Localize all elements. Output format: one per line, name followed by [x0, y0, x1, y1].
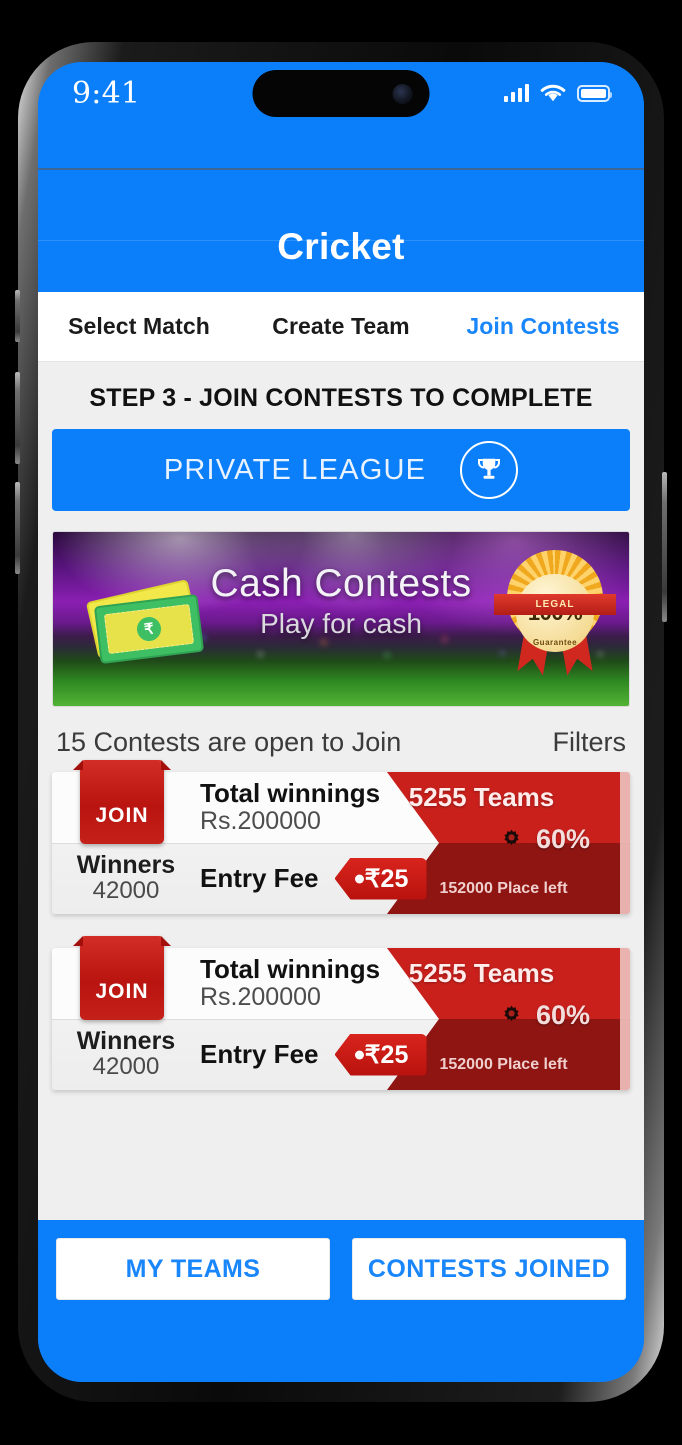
join-button[interactable]: JOIN: [80, 760, 164, 844]
trophy-icon: [460, 441, 519, 499]
gear-icon: [504, 1005, 519, 1022]
dynamic-island: [252, 70, 430, 117]
winners-block: Winners 42000: [74, 1019, 178, 1090]
fill-percent: 60%: [535, 1000, 590, 1030]
private-league-label: PRIVATE LEAGUE: [163, 453, 427, 486]
cellular-signal-icon: [504, 84, 529, 102]
guarantee-badge-icon: 100% Guarantee LEGAL: [494, 548, 616, 678]
entry-fee-tag[interactable]: ₹25: [334, 1033, 427, 1076]
contests-joined-button[interactable]: CONTESTS JOINED: [352, 1238, 626, 1300]
tab-select-match[interactable]: Select Match: [38, 313, 240, 340]
cash-contests-banner[interactable]: ₹ Cash Contests Play for cash 100% Guara…: [52, 531, 630, 707]
teams-count: 5255 Teams: [408, 958, 555, 988]
badge-guarantee: Guarantee: [532, 638, 578, 647]
places-left: 152000 Place left: [439, 880, 568, 897]
power-button[interactable]: [662, 472, 667, 622]
total-winnings-block: Total winnings Rs.200000: [200, 948, 380, 1019]
private-league-button[interactable]: PRIVATE LEAGUE: [52, 429, 630, 511]
wifi-icon: [540, 84, 566, 101]
total-winnings-value: Rs.200000: [200, 807, 321, 836]
step-title: STEP 3 - JOIN CONTESTS TO COMPLETE: [89, 384, 593, 412]
contest-card[interactable]: 5255 Teams 60% 152000 Place left Total w…: [52, 936, 630, 1090]
front-camera-icon: [392, 83, 413, 104]
silent-switch[interactable]: [15, 290, 20, 342]
winners-value: 42000: [92, 877, 160, 905]
entry-fee-label: Entry Fee: [200, 1039, 319, 1069]
filters-button[interactable]: Filters: [553, 727, 627, 758]
battery-icon: [577, 84, 612, 102]
main-content: STEP 3 - JOIN CONTESTS TO COMPLETE PRIVA…: [38, 362, 644, 1220]
join-label: JOIN: [95, 980, 149, 1003]
footer-actions: MY TEAMS CONTESTS JOINED: [38, 1220, 644, 1322]
entry-fee-value: ₹25: [364, 1040, 409, 1069]
total-winnings-block: Total winnings Rs.200000: [200, 772, 380, 843]
volume-up-button[interactable]: [15, 372, 20, 464]
home-indicator-area: [38, 1322, 644, 1382]
screenshot-stage: 9:41 Cricket Select Match Create Team Jo…: [0, 0, 682, 1445]
status-time: 9:41: [72, 75, 141, 111]
contests-count: 15 Contests are open to Join: [56, 727, 402, 757]
status-indicators: [504, 84, 612, 103]
entry-fee-block: Entry Fee ₹25: [200, 843, 427, 914]
tab-create-team[interactable]: Create Team: [240, 313, 442, 340]
places-left: 152000 Place left: [439, 1056, 568, 1073]
entry-fee-label: Entry Fee: [200, 863, 319, 893]
total-winnings-label: Total winnings: [200, 953, 381, 984]
fill-percent: 60%: [535, 824, 590, 854]
winners-label: Winners: [76, 1027, 176, 1056]
total-winnings-value: Rs.200000: [200, 983, 321, 1012]
volume-down-button[interactable]: [15, 482, 20, 574]
badge-band-label: LEGAL: [535, 599, 575, 610]
phone-screen: 9:41 Cricket Select Match Create Team Jo…: [38, 62, 644, 1382]
entry-fee-value: ₹25: [364, 864, 409, 893]
tab-join-contests[interactable]: Join Contests: [442, 313, 644, 340]
page-title: Cricket: [277, 226, 405, 267]
gear-icon: [504, 829, 519, 846]
winners-value: 42000: [92, 1053, 160, 1081]
contest-card[interactable]: 5255 Teams 60% 152000 Place left Total w…: [52, 760, 630, 914]
entry-fee-tag[interactable]: ₹25: [334, 857, 427, 900]
tag-hole-icon: [354, 1050, 364, 1059]
join-label: JOIN: [95, 804, 149, 827]
tab-bar: Select Match Create Team Join Contests: [38, 292, 644, 362]
winners-label: Winners: [76, 851, 176, 880]
winners-block: Winners 42000: [74, 843, 178, 914]
total-winnings-label: Total winnings: [200, 777, 381, 808]
teams-count: 5255 Teams: [408, 782, 555, 812]
entry-fee-block: Entry Fee ₹25: [200, 1019, 427, 1090]
join-button[interactable]: JOIN: [80, 936, 164, 1020]
app-navbar: Cricket: [38, 124, 644, 292]
tag-hole-icon: [354, 874, 364, 883]
my-teams-button[interactable]: MY TEAMS: [56, 1238, 330, 1300]
status-bar: 9:41: [38, 62, 644, 124]
